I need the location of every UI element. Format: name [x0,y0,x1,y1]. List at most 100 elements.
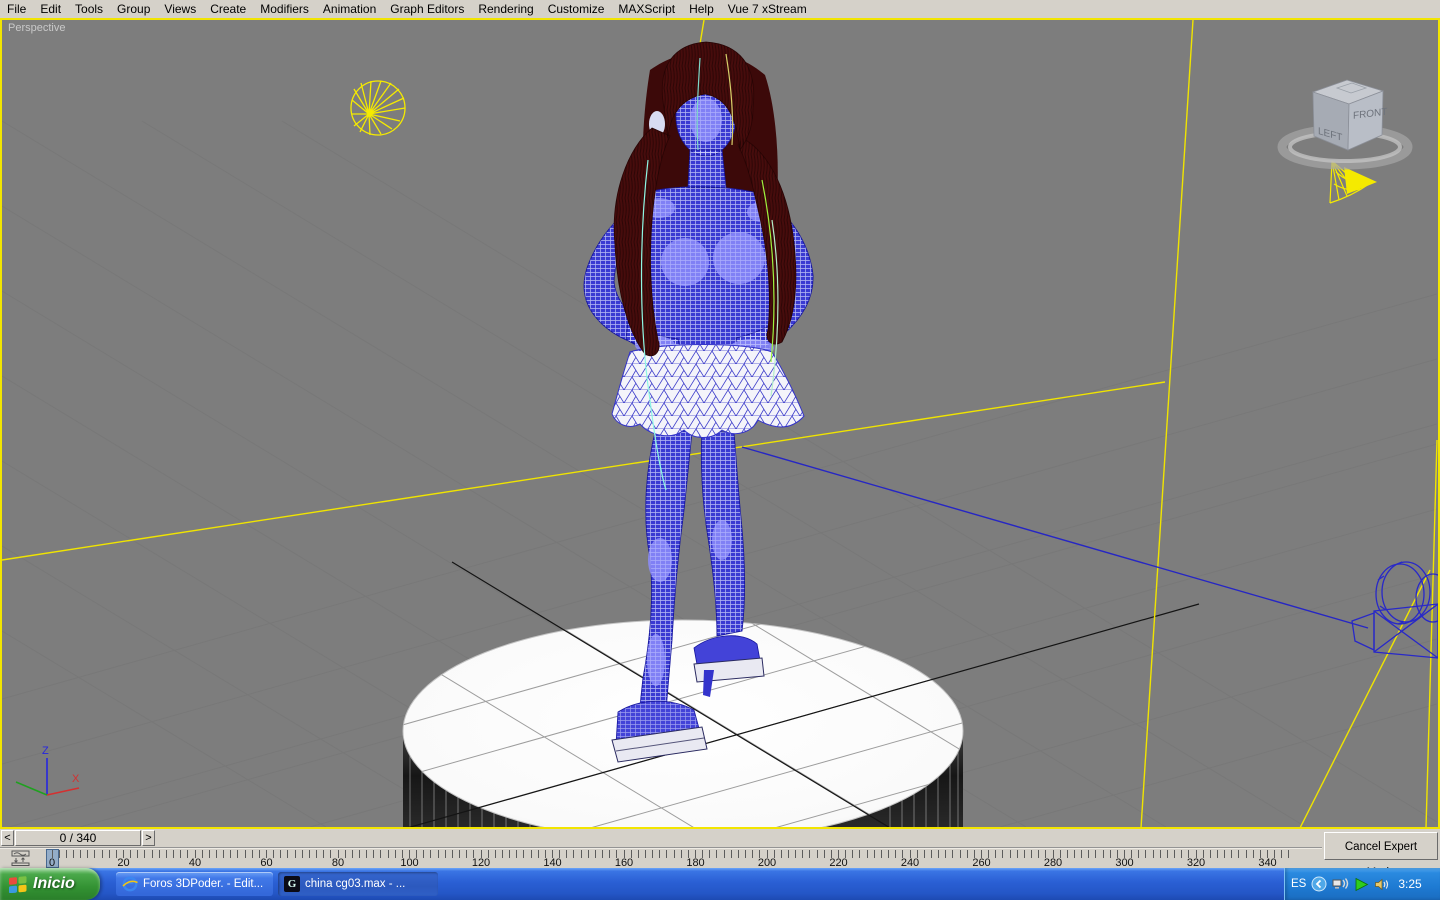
ruler-tick [1095,850,1097,858]
ruler-tick [223,850,225,858]
ruler-tick [1038,850,1040,858]
camera-icon[interactable] [1351,561,1438,659]
ruler-tick [1174,850,1176,858]
ruler-tick [151,850,153,858]
perspective-viewport[interactable]: Perspective LEFT FRONT Z X [0,18,1440,829]
menu-graph-editors[interactable]: Graph Editors [383,1,471,17]
ruler-tick [523,850,525,858]
ruler-tick [530,850,532,858]
ruler-tick [1224,850,1226,858]
ruler-tick [1288,850,1290,858]
ruler-tick [644,850,646,858]
ruler-tick [323,850,325,858]
ruler-tick [802,850,804,858]
ruler-tick [1209,850,1211,858]
svg-text:X: X [72,773,80,785]
ruler-tick [859,850,861,858]
ruler-tick [637,850,639,858]
ruler-tick [923,850,925,858]
omni-light-icon[interactable] [350,80,406,136]
ruler-tick [366,850,368,858]
menu-customize[interactable]: Customize [541,1,612,17]
ruler-tick [945,850,947,858]
menu-group[interactable]: Group [110,1,157,17]
ruler-tick [1166,850,1168,858]
ruler-tick [1066,850,1068,858]
ruler-tick [659,850,661,858]
ruler-tick [823,850,825,858]
menu-modifiers[interactable]: Modifiers [253,1,316,17]
ruler-tick [888,850,890,858]
ruler-tick [723,850,725,858]
ruler-tick [1081,850,1083,858]
ruler-tick [459,850,461,858]
messenger-icon[interactable] [1354,877,1369,892]
ruler-tick [451,850,453,858]
menu-views[interactable]: Views [157,1,203,17]
ruler-tick [609,850,611,858]
windows-logo-icon [9,876,27,893]
ruler-tick [566,850,568,858]
svg-text:Z: Z [42,745,49,757]
ruler-tick [995,850,997,858]
ruler-tick [1281,850,1283,858]
menu-rendering[interactable]: Rendering [471,1,540,17]
ruler-tick [144,850,146,858]
ruler-tick [1252,850,1254,858]
menu-file[interactable]: File [0,1,33,17]
ruler-tick [65,850,67,858]
frame-indicator[interactable]: 0 / 340 [15,830,141,846]
taskbar-window-china-cg03-max[interactable]: G china cg03.max - ... [278,872,438,896]
ruler-tick [215,850,217,858]
ruler-tick [230,850,232,858]
ruler-tick [301,850,303,858]
ruler-tick [680,850,682,858]
menu-maxscript[interactable]: MAXScript [611,1,682,17]
menu-vue-7-xstream[interactable]: Vue 7 xStream [721,1,814,17]
next-frame-button[interactable]: > [142,830,155,846]
scene-svg: LEFT FRONT Z X [2,20,1438,827]
ruler-tick [1152,850,1154,858]
ruler-tick [716,850,718,858]
viewcube[interactable]: LEFT FRONT [1277,79,1413,170]
ruler-tick [237,850,239,858]
ruler-tick [866,850,868,858]
3ds-max-icon: G [284,876,300,892]
ruler-tick [358,850,360,858]
volume-icon[interactable] [1374,877,1390,892]
camera-target-line [741,446,1369,629]
ruler-tick [1181,850,1183,858]
track-bar[interactable]: 0 20 40 60 80 100 120 140 160 180 200 220 240 260 280 3… [0,847,1322,869]
ruler-tick [509,850,511,858]
ruler-tick [1145,850,1147,858]
menu-edit[interactable]: Edit [33,1,68,17]
ruler-tick [652,850,654,858]
ruler-tick [251,850,253,858]
menu-create[interactable]: Create [203,1,253,17]
start-button[interactable]: Inicio [0,868,100,900]
ruler-tick [137,850,139,858]
previous-frame-button[interactable]: < [1,830,14,846]
ruler-tick [387,850,389,858]
taskbar-window-foros-3dpoder[interactable]: Foros 3DPoder. - Edit... [116,872,273,896]
cancel-expert-mode-button[interactable]: Cancel Expert Mode [1324,832,1438,879]
ruler-tick [130,850,132,858]
ruler-tick [752,850,754,858]
language-indicator[interactable]: ES [1291,878,1306,890]
ruler-tick [737,850,739,858]
ruler-tick [873,850,875,858]
ruler-tick [87,850,89,858]
ruler-tick [959,850,961,858]
menu-tools[interactable]: Tools [68,1,110,17]
hide-icons-button[interactable] [1311,876,1327,892]
ruler-tick [494,850,496,858]
menu-help[interactable]: Help [682,1,721,17]
ruler-tick [787,850,789,858]
menu-animation[interactable]: Animation [316,1,383,17]
ruler-tick [423,850,425,858]
ruler-tick [280,850,282,858]
viewport-label: Perspective [8,22,66,34]
ruler-tick [1231,850,1233,858]
ruler-tick [394,850,396,858]
network-icon[interactable] [1332,877,1349,892]
